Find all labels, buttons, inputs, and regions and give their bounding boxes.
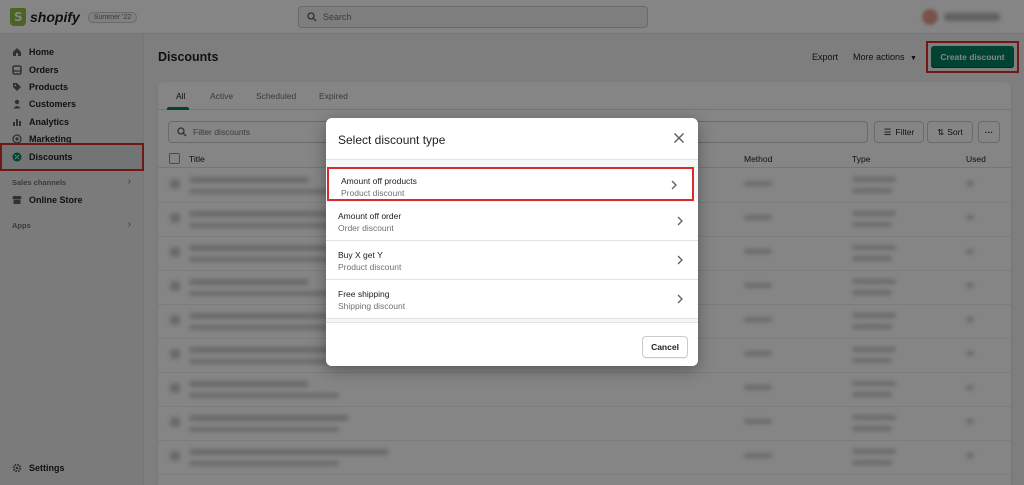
- option-free-shipping[interactable]: Free shipping Shipping discount: [326, 280, 698, 319]
- option-title: Free shipping: [338, 289, 390, 299]
- dialog-title: Select discount type: [338, 133, 446, 147]
- cancel-button[interactable]: Cancel: [642, 336, 688, 358]
- option-amount-off-products[interactable]: Amount off products Product discount: [327, 167, 694, 201]
- dialog-header: Select discount type: [326, 118, 698, 160]
- option-subtitle: Shipping discount: [338, 301, 406, 311]
- option-subtitle: Order discount: [338, 223, 394, 233]
- chevron-right-icon: [677, 255, 683, 265]
- dialog-body: Amount off products Product discount Amo…: [326, 160, 698, 322]
- chevron-right-icon: [677, 216, 683, 226]
- option-subtitle: Product discount: [338, 262, 402, 272]
- option-subtitle: Product discount: [341, 188, 405, 198]
- option-title: Amount off order: [338, 211, 402, 221]
- option-buy-x-get-y[interactable]: Buy X get Y Product discount: [326, 241, 698, 280]
- chevron-right-icon: [671, 180, 677, 190]
- chevron-right-icon: [677, 294, 683, 304]
- option-title: Buy X get Y: [338, 250, 383, 260]
- select-discount-type-dialog: Select discount type Amount off products…: [326, 118, 698, 366]
- close-icon[interactable]: [672, 131, 686, 145]
- option-title: Amount off products: [341, 176, 417, 186]
- option-amount-off-order[interactable]: Amount off order Order discount: [326, 202, 698, 241]
- dialog-footer: Cancel: [326, 322, 698, 366]
